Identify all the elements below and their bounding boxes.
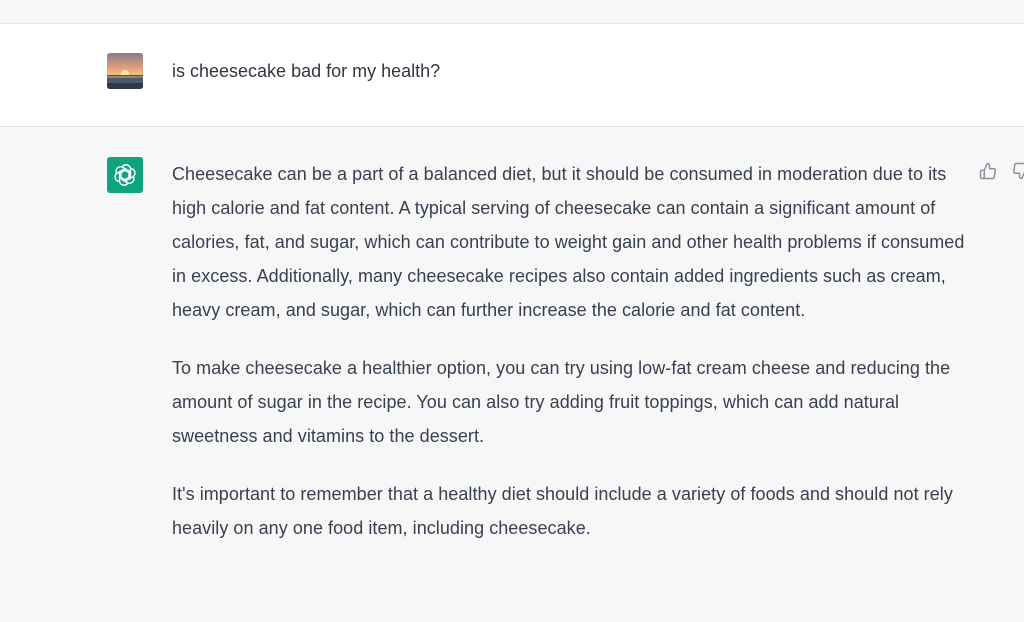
- answer-paragraph: Cheesecake can be a part of a balanced d…: [172, 164, 965, 320]
- top-strip: [0, 0, 1024, 24]
- assistant-message-row: Cheesecake can be a part of a balanced d…: [0, 127, 1024, 622]
- user-avatar: [107, 53, 143, 89]
- thumbs-down-icon[interactable]: [1010, 160, 1024, 182]
- user-message-text: is cheesecake bad for my health?: [172, 61, 441, 81]
- assistant-message-body: Cheesecake can be a part of a balanced d…: [172, 157, 972, 569]
- thumbs-up-icon[interactable]: [977, 160, 999, 182]
- answer-paragraph: It's important to remember that a health…: [172, 484, 953, 538]
- user-message-row: is cheesecake bad for my health?: [0, 24, 1024, 127]
- openai-logo-icon: [107, 157, 143, 193]
- answer-paragraph: To make cheesecake a healthier option, y…: [172, 358, 951, 446]
